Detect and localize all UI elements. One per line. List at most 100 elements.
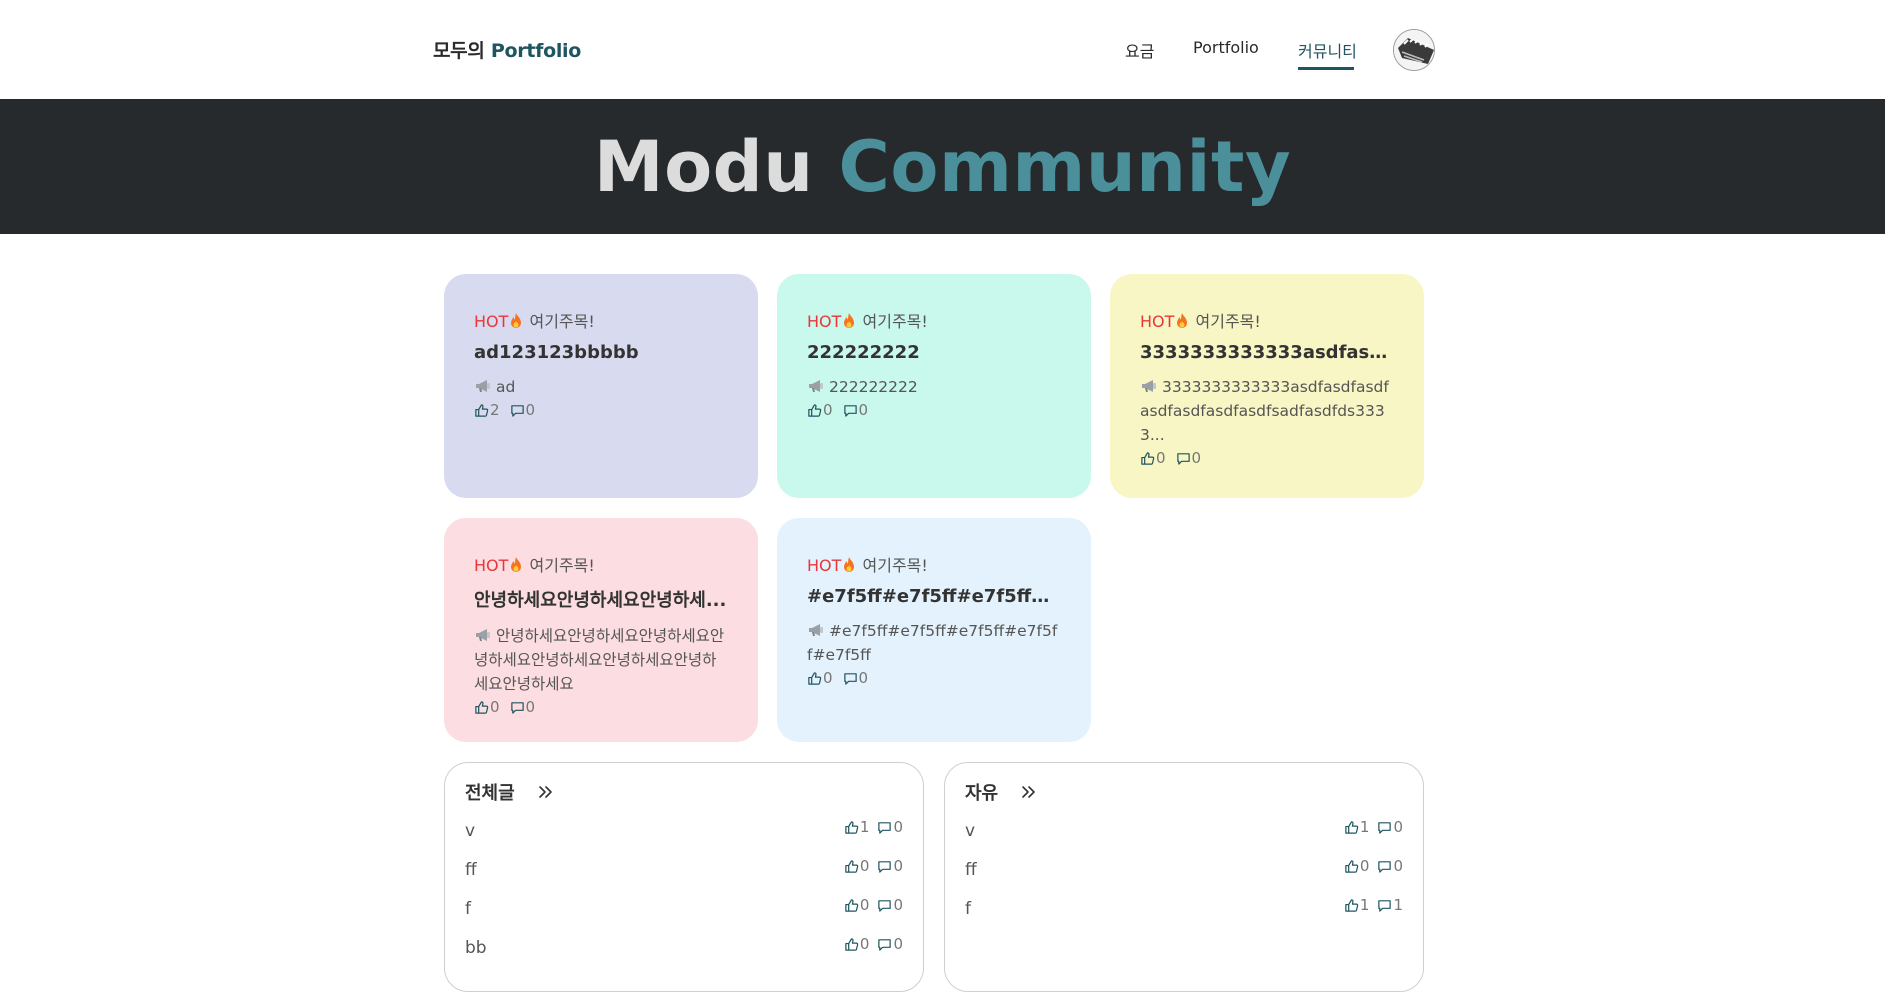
list-item[interactable]: f 00 — [465, 889, 903, 928]
nav-pricing[interactable]: 요금 — [1125, 38, 1154, 62]
list-item-title: f — [465, 898, 471, 919]
list-item-title: v — [965, 820, 976, 841]
megaphone-icon — [809, 624, 823, 636]
nav-portfolio[interactable]: Portfolio — [1193, 38, 1259, 57]
list-item[interactable]: v 10 — [965, 811, 1403, 850]
megaphone-icon — [809, 380, 823, 392]
comment-icon — [878, 860, 892, 873]
like-count: 0 — [490, 698, 500, 716]
hot-post-body-text: 3333333333333asdfasdfasdfasdfasdfasdfasd… — [1140, 378, 1389, 444]
thumbs-up-icon — [808, 403, 822, 417]
list-item[interactable]: f11 — [965, 889, 1403, 928]
hot-tag: 여기주목! — [862, 312, 928, 331]
post-stats: 00 — [836, 857, 903, 875]
panel-title[interactable]: 자유 — [965, 779, 998, 805]
hot-label: HOT 여기주목! — [474, 308, 728, 332]
hot-post-title: #e7f5ff#e7f5ff#e7f5ff#e7f... — [807, 586, 1061, 607]
comment-count: 0 — [893, 857, 903, 875]
nav-community[interactable]: 커뮤니티 — [1298, 38, 1357, 62]
fire-icon — [844, 313, 855, 328]
panel-header: 자유 — [965, 779, 1403, 805]
hot-post-card[interactable]: HOT 여기주목! 안녕하세요안녕하세요안녕하세... 안녕하세요안녕하세요안녕하세… — [444, 518, 758, 742]
list-item[interactable]: ff 0 0 — [965, 850, 1403, 889]
avatar-image-icon — [1394, 30, 1434, 70]
site-logo[interactable]: 모두의 Portfolio — [433, 36, 581, 63]
like-count: 0 — [1359, 857, 1370, 875]
hot-post-body: 222222222 — [807, 375, 1061, 399]
thumbs-up-icon — [475, 700, 489, 714]
post-stats: 00 — [1336, 857, 1403, 875]
hot-post-card[interactable]: HOT 여기주목! 3333333333333asdfasdfa... 333333… — [1110, 274, 1424, 498]
comment-count: 0 — [893, 818, 903, 836]
thumbs-up-icon — [1141, 451, 1155, 465]
comment-count: 0 — [1393, 857, 1403, 875]
like-count: 1 — [1359, 896, 1370, 914]
like-count: 0 — [859, 857, 870, 875]
thumbs-up-icon — [1345, 898, 1359, 912]
hot-badge: HOT — [474, 556, 509, 575]
post-stats: 11 — [1336, 896, 1403, 914]
hot-tag: 여기주목! — [529, 312, 595, 331]
hot-post-card[interactable]: HOT 여기주목! ad123123bbbbb ad 2 0 — [444, 274, 758, 498]
like-count: 0 — [823, 401, 833, 419]
banner-title-main: Modu — [593, 126, 814, 208]
comment-icon — [878, 899, 892, 912]
hot-post-body-text: 안녕하세요안녕하세요안녕하세요안녕하세요안녕하세요안녕하세요안녕하세요안녕하세요 — [474, 627, 725, 693]
megaphone-icon — [476, 380, 490, 392]
like-count: 0 — [823, 669, 833, 687]
post-stats: 00 — [1140, 449, 1394, 467]
user-avatar[interactable] — [1393, 29, 1435, 71]
list-item[interactable]: v10 — [465, 811, 903, 850]
thumbs-up-icon — [1345, 820, 1359, 834]
comment-count: 0 — [525, 401, 536, 419]
chevrons-right-icon[interactable] — [537, 783, 555, 801]
panel-title[interactable]: 전체글 — [465, 779, 515, 805]
logo-accent: Portfolio — [490, 40, 582, 62]
hot-post-title: 222222222 — [807, 342, 920, 363]
hot-tag: 여기주목! — [1195, 312, 1261, 331]
hot-badge: HOT — [807, 312, 842, 331]
hot-post-body: 3333333333333asdfasdfasdfasdfasdfasdfasd… — [1140, 375, 1394, 447]
chevrons-right-icon[interactable] — [1020, 783, 1038, 801]
post-stats: 10 — [836, 818, 903, 836]
thumbs-up-icon — [845, 820, 859, 834]
logo-prefix: 모두의 — [433, 40, 485, 62]
list-item-title: ff — [465, 859, 477, 880]
megaphone-icon — [1142, 380, 1156, 392]
post-stats: 10 — [1336, 818, 1403, 836]
hot-tag: 여기주목! — [862, 556, 928, 575]
hot-post-card[interactable]: HOT 여기주목! 222222222 222222222 0 0 — [777, 274, 1091, 498]
thumbs-up-icon — [808, 671, 822, 685]
comment-icon — [1176, 452, 1190, 465]
top-navbar: 모두의 Portfolio 요금 Portfolio 커뮤니티 — [0, 0, 1885, 99]
list-item-title: ff — [965, 859, 977, 880]
post-stats: 00 — [807, 669, 1061, 687]
panel-header: 전체글 — [465, 779, 903, 805]
post-list-panel: 전체글 v 1 0 ff 0 0 f 0 0 bb 0 0 — [444, 762, 924, 992]
thumbs-up-icon — [845, 859, 859, 873]
hot-post-card[interactable]: HOT 여기주목! #e7f5ff#e7f5ff#e7f5ff#e7f... #e7… — [777, 518, 1091, 742]
hot-post-body-text: 222222222 — [829, 378, 918, 396]
comment-count: 1 — [1393, 896, 1403, 914]
thumbs-up-icon — [845, 937, 859, 951]
list-item[interactable]: bb 0 0 — [465, 928, 903, 967]
hot-post-body: 안녕하세요안녕하세요안녕하세요안녕하세요안녕하세요안녕하세요안녕하세요안녕하세요 — [474, 624, 728, 696]
hot-tag: 여기주목! — [529, 556, 595, 575]
hot-post-title: 안녕하세요안녕하세요안녕하세... — [474, 590, 727, 611]
fire-icon — [511, 313, 522, 328]
megaphone-icon — [476, 629, 490, 641]
comment-icon — [878, 938, 892, 951]
banner-title: Modu Community — [0, 126, 1885, 208]
list-item[interactable]: ff 0 0 — [465, 850, 903, 889]
fire-icon — [1177, 313, 1188, 328]
post-stats: 00 — [836, 896, 903, 914]
comment-count: 0 — [525, 698, 536, 716]
banner-title-accent: Community — [838, 126, 1292, 208]
active-nav-indicator — [1298, 67, 1354, 70]
community-banner: Modu Community — [0, 99, 1885, 234]
comment-count: 0 — [1191, 449, 1202, 467]
thumbs-up-icon — [475, 403, 489, 417]
comment-icon — [1378, 860, 1392, 873]
post-stats: 20 — [474, 401, 728, 419]
comment-icon — [510, 404, 524, 417]
